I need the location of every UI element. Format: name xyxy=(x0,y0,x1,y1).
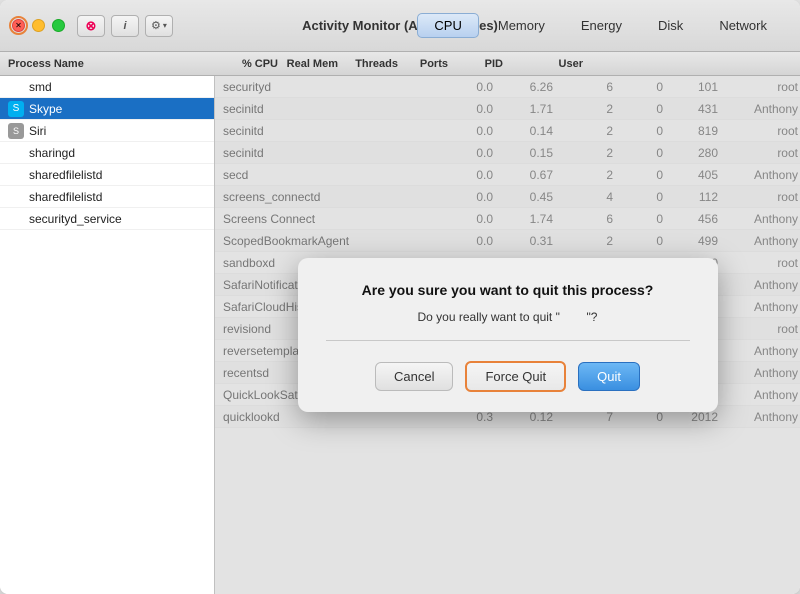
dialog-subtitle: Do you really want to quit " "? xyxy=(326,310,690,324)
list-item[interactable]: sharedfilelistd xyxy=(0,164,214,186)
toolbar-icons: ⊗ i ⚙ ▾ xyxy=(77,15,173,37)
tab-cpu[interactable]: CPU xyxy=(417,13,478,38)
process-icon xyxy=(8,189,24,205)
column-header-pid[interactable]: PID xyxy=(448,58,503,70)
process-name: Skype xyxy=(29,102,62,116)
gear-dropdown-arrow: ▾ xyxy=(163,21,167,30)
process-icon xyxy=(8,167,24,183)
process-icon: S xyxy=(8,101,24,117)
process-name: sharedfilelistd xyxy=(29,190,102,204)
process-name: sharedfilelistd xyxy=(29,168,102,182)
list-item[interactable]: S Skype xyxy=(0,98,214,120)
gear-icon: ⚙ xyxy=(151,19,161,32)
dialog-overlay: Are you sure you want to quit this proce… xyxy=(215,76,800,594)
process-name: smd xyxy=(29,80,52,94)
column-header-user[interactable]: User xyxy=(503,58,583,70)
column-header-memory[interactable]: Real Mem xyxy=(278,58,338,70)
list-item[interactable]: sharedfilelistd xyxy=(0,186,214,208)
right-panel: securityd 0.0 6.26 6 0 101 root secinitd… xyxy=(215,76,800,594)
column-header-process[interactable]: Process Name xyxy=(8,58,218,70)
cancel-button[interactable]: Cancel xyxy=(375,362,453,391)
dialog-title: Are you sure you want to quit this proce… xyxy=(326,282,690,298)
close-button[interactable]: ✕ xyxy=(12,19,25,32)
maximize-button[interactable] xyxy=(52,19,65,32)
tab-network[interactable]: Network xyxy=(702,13,784,38)
list-item[interactable]: S Siri xyxy=(0,120,214,142)
process-list[interactable]: smd S Skype S Siri sharingd sharedfileli… xyxy=(0,76,215,594)
tab-energy[interactable]: Energy xyxy=(564,13,639,38)
process-icon xyxy=(8,79,24,95)
dialog-buttons: Cancel Force Quit Quit xyxy=(326,361,690,392)
list-item[interactable]: securityd_service xyxy=(0,208,214,230)
column-header-cpu[interactable]: % CPU xyxy=(218,58,278,70)
process-name: securityd_service xyxy=(29,212,122,226)
tab-disk[interactable]: Disk xyxy=(641,13,700,38)
tab-bar: CPU Memory Energy Disk Network xyxy=(417,13,784,38)
quit-button[interactable]: Quit xyxy=(578,362,640,391)
list-item[interactable]: smd xyxy=(0,76,214,98)
gear-button[interactable]: ⚙ ▾ xyxy=(145,15,173,37)
window-controls: ✕ xyxy=(12,19,65,32)
quit-dialog: Are you sure you want to quit this proce… xyxy=(298,258,718,412)
process-icon: S xyxy=(8,123,24,139)
stop-process-button[interactable]: ⊗ xyxy=(77,15,105,37)
force-quit-button[interactable]: Force Quit xyxy=(465,361,566,392)
info-button[interactable]: i xyxy=(111,15,139,37)
process-name: Siri xyxy=(29,124,46,138)
list-item[interactable]: sharingd xyxy=(0,142,214,164)
tab-memory[interactable]: Memory xyxy=(481,13,562,38)
column-header-ports[interactable]: Ports xyxy=(398,58,448,70)
titlebar: ✕ ⊗ i ⚙ ▾ Activity Monitor (All Processe… xyxy=(0,0,800,52)
main-window: ✕ ⊗ i ⚙ ▾ Activity Monitor (All Processe… xyxy=(0,0,800,594)
main-content: smd S Skype S Siri sharingd sharedfileli… xyxy=(0,76,800,594)
process-icon xyxy=(8,145,24,161)
dialog-divider xyxy=(326,340,690,341)
minimize-button[interactable] xyxy=(32,19,45,32)
column-header-threads[interactable]: Threads xyxy=(338,58,398,70)
columns-header: Process Name % CPU Real Mem Threads Port… xyxy=(0,52,800,76)
process-icon xyxy=(8,211,24,227)
process-name: sharingd xyxy=(29,146,75,160)
